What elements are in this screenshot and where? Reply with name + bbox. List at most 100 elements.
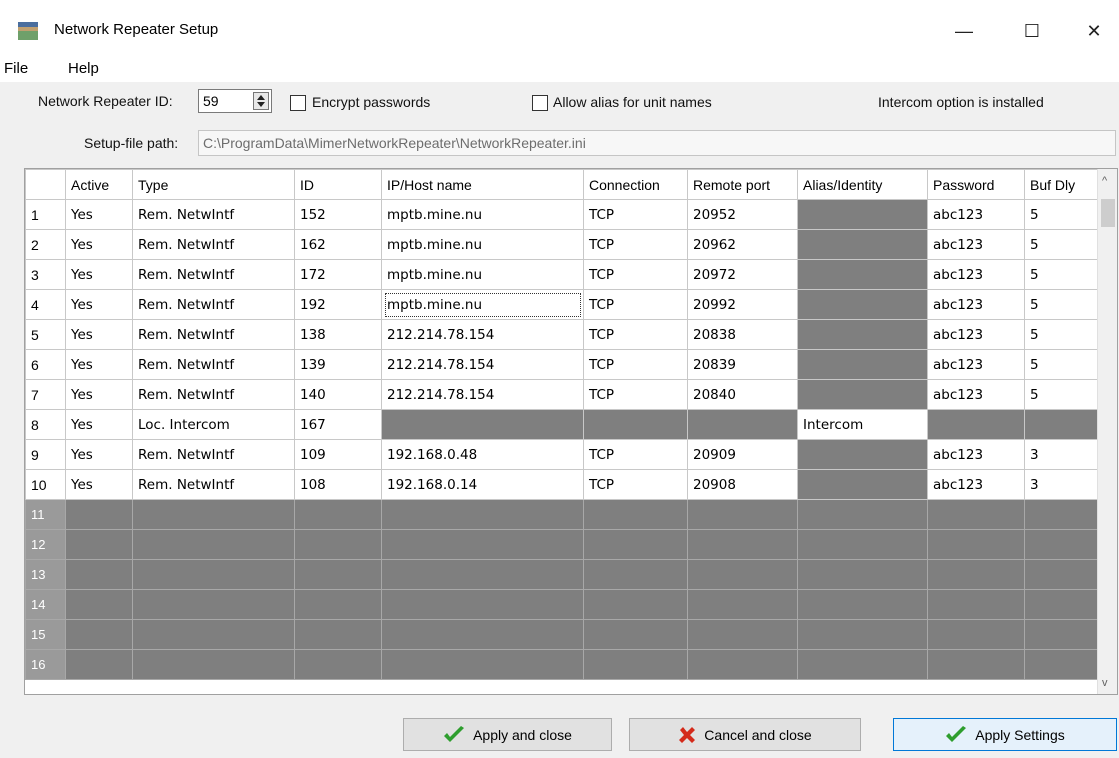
cell-remote-port[interactable]: 20838 (687, 319, 798, 350)
cell-buf-dly[interactable]: 5 (1024, 289, 1101, 320)
cell-id[interactable] (294, 649, 382, 680)
cell-connection[interactable]: TCP (583, 289, 688, 320)
row-number[interactable]: 12 (25, 529, 66, 560)
cell-host[interactable]: 212.214.78.154 (381, 379, 584, 410)
row-number[interactable]: 2 (25, 229, 66, 260)
cell-active[interactable]: Yes (65, 409, 133, 440)
cell-buf-dly[interactable] (1024, 589, 1101, 620)
repeater-grid[interactable]: Active Type ID IP/Host name Connection R… (24, 168, 1118, 695)
table-row[interactable]: 2 Yes Rem. NetwIntf 162 mptb.mine.nu TCP 20962… (25, 229, 1101, 260)
cell-id[interactable]: 162 (294, 229, 382, 260)
cell-password[interactable]: abc123 (927, 199, 1025, 230)
row-number[interactable]: 7 (25, 379, 66, 410)
cell-host[interactable]: mptb.mine.nu (381, 289, 584, 320)
cell-host[interactable]: mptb.mine.nu (381, 199, 584, 230)
cell-active[interactable] (65, 529, 133, 560)
cell-connection[interactable] (583, 619, 688, 650)
cell-password[interactable]: abc123 (927, 319, 1025, 350)
cell-alias[interactable] (797, 589, 928, 620)
table-row[interactable]: 4 Yes Rem. NetwIntf 192 mptb.mine.nu TCP 20992… (25, 289, 1101, 320)
cell-password[interactable]: abc123 (927, 379, 1025, 410)
cell-type[interactable] (132, 619, 295, 650)
cell-alias[interactable] (797, 529, 928, 560)
cell-password[interactable] (927, 499, 1025, 530)
cell-active[interactable] (65, 589, 133, 620)
cell-type[interactable] (132, 499, 295, 530)
empty-row[interactable]: 16 (25, 649, 1101, 680)
cell-alias[interactable] (797, 469, 928, 500)
cell-alias[interactable] (797, 379, 928, 410)
cell-remote-port[interactable]: 20840 (687, 379, 798, 410)
cell-active[interactable]: Yes (65, 319, 133, 350)
col-header-password[interactable]: Password (927, 169, 1025, 200)
cell-remote-port[interactable]: 20992 (687, 289, 798, 320)
cell-type[interactable]: Rem. NetwIntf (132, 289, 295, 320)
cell-buf-dly[interactable]: 5 (1024, 319, 1101, 350)
cell-host[interactable] (381, 499, 584, 530)
cell-password[interactable] (927, 529, 1025, 560)
row-number[interactable]: 13 (25, 559, 66, 590)
spin-arrows[interactable] (253, 92, 269, 110)
row-number[interactable]: 3 (25, 259, 66, 290)
cell-active[interactable] (65, 559, 133, 590)
cell-id[interactable] (294, 619, 382, 650)
cell-alias[interactable] (797, 349, 928, 380)
cell-buf-dly[interactable]: 3 (1024, 469, 1101, 500)
table-row[interactable]: 3 Yes Rem. NetwIntf 172 mptb.mine.nu TCP 20972… (25, 259, 1101, 290)
col-header-active[interactable]: Active (65, 169, 133, 200)
cell-remote-port[interactable]: 20909 (687, 439, 798, 470)
cell-buf-dly[interactable] (1024, 409, 1101, 440)
table-row[interactable]: 7 Yes Rem. NetwIntf 140 212.214.78.154 TCP 208… (25, 379, 1101, 410)
cell-connection[interactable] (583, 589, 688, 620)
col-header-connection[interactable]: Connection (583, 169, 688, 200)
col-header-buf-dly[interactable]: Buf Dly (1024, 169, 1101, 200)
cell-host[interactable] (381, 529, 584, 560)
empty-row[interactable]: 15 (25, 619, 1101, 650)
cell-type[interactable]: Rem. NetwIntf (132, 229, 295, 260)
repeater-id-value[interactable]: 59 (203, 93, 219, 109)
empty-row[interactable]: 12 (25, 529, 1101, 560)
table-row[interactable]: 1 Yes Rem. NetwIntf 152 mptb.mine.nu TCP 20952… (25, 199, 1101, 230)
cell-alias[interactable] (797, 229, 928, 260)
row-number[interactable]: 6 (25, 349, 66, 380)
cell-password[interactable] (927, 619, 1025, 650)
grid-scrollbar[interactable]: ^ v (1097, 169, 1117, 694)
cell-host[interactable]: 192.168.0.48 (381, 439, 584, 470)
menu-help[interactable]: Help (68, 60, 99, 77)
cell-host[interactable] (381, 589, 584, 620)
encrypt-passwords-checkbox[interactable] (290, 95, 306, 111)
cell-remote-port[interactable] (687, 409, 798, 440)
cell-connection[interactable] (583, 559, 688, 590)
cell-connection[interactable]: TCP (583, 439, 688, 470)
cell-connection[interactable] (583, 529, 688, 560)
cell-host[interactable]: mptb.mine.nu (381, 259, 584, 290)
cell-type[interactable] (132, 559, 295, 590)
minimize-button[interactable]: — (944, 16, 984, 46)
cell-active[interactable]: Yes (65, 469, 133, 500)
row-number[interactable]: 1 (25, 199, 66, 230)
cell-host[interactable]: 212.214.78.154 (381, 319, 584, 350)
cell-id[interactable]: 172 (294, 259, 382, 290)
cell-id[interactable] (294, 499, 382, 530)
cell-buf-dly[interactable] (1024, 499, 1101, 530)
cell-password[interactable] (927, 559, 1025, 590)
cell-remote-port[interactable] (687, 559, 798, 590)
setup-path-field[interactable]: C:\ProgramData\MimerNetworkRepeater\Netw… (198, 130, 1116, 156)
table-row[interactable]: 6 Yes Rem. NetwIntf 139 212.214.78.154 TCP 208… (25, 349, 1101, 380)
cell-connection[interactable]: TCP (583, 379, 688, 410)
cell-type[interactable]: Rem. NetwIntf (132, 469, 295, 500)
spin-arrows-icon[interactable] (256, 94, 266, 108)
cell-connection[interactable] (583, 499, 688, 530)
cell-alias[interactable] (797, 499, 928, 530)
row-number[interactable]: 16 (25, 649, 66, 680)
col-header-id[interactable]: ID (294, 169, 382, 200)
cell-buf-dly[interactable]: 3 (1024, 439, 1101, 470)
cell-host[interactable] (381, 649, 584, 680)
scroll-down-icon[interactable]: v (1102, 677, 1114, 689)
col-header-host[interactable]: IP/Host name (381, 169, 584, 200)
cell-id[interactable]: 152 (294, 199, 382, 230)
cell-password[interactable]: abc123 (927, 349, 1025, 380)
cell-remote-port[interactable]: 20908 (687, 469, 798, 500)
cell-active[interactable]: Yes (65, 349, 133, 380)
cell-host[interactable]: 192.168.0.14 (381, 469, 584, 500)
